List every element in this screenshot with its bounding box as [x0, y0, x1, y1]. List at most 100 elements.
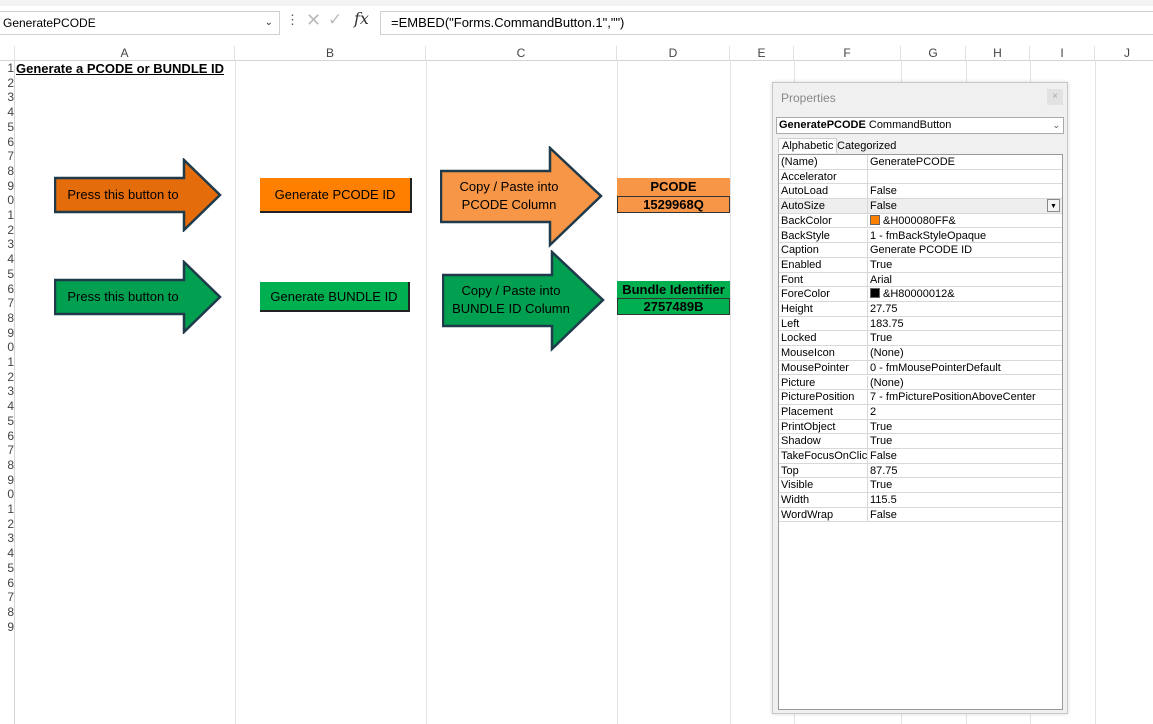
row-header[interactable]: 7 — [0, 296, 14, 311]
property-value[interactable]: 1 - fmBackStyleOpaque — [870, 229, 1062, 243]
property-row[interactable]: AutoLoad False — [779, 184, 1062, 200]
row-header[interactable]: 1 — [0, 502, 14, 517]
row-header[interactable]: 2 — [0, 517, 14, 532]
row-header[interactable]: 6 — [0, 282, 14, 297]
column-header-i[interactable]: I — [1030, 46, 1095, 60]
tab-categorized[interactable]: Categorized — [837, 140, 896, 152]
object-selector[interactable]: GeneratePCODE CommandButton ⌄ — [776, 117, 1064, 134]
property-row[interactable]: PrintObject True — [779, 419, 1062, 435]
property-value[interactable]: Generate PCODE ID — [870, 243, 1062, 257]
property-value[interactable]: False — [870, 184, 1062, 198]
property-value[interactable]: 115.5 — [870, 493, 1062, 507]
row-header[interactable]: 4 — [0, 399, 14, 414]
column-header-h[interactable]: H — [966, 46, 1030, 60]
close-icon[interactable]: × — [1047, 89, 1063, 105]
column-header-a[interactable]: A — [15, 46, 235, 60]
property-value[interactable]: &H000080FF& — [870, 214, 1062, 228]
row-header[interactable]: 4 — [0, 546, 14, 561]
sheet-title[interactable]: Generate a PCODE or BUNDLE ID — [16, 61, 224, 76]
insert-function-icon[interactable]: fx — [354, 9, 369, 28]
column-header-c[interactable]: C — [426, 46, 617, 60]
property-value[interactable]: False — [870, 508, 1062, 522]
property-row[interactable]: Left 183.75 — [779, 316, 1062, 332]
column-header-j[interactable]: J — [1095, 46, 1153, 60]
property-value[interactable]: GeneratePCODE — [870, 155, 1062, 169]
generate-bundle-button[interactable]: Generate BUNDLE ID — [260, 282, 410, 312]
property-row[interactable]: Enabled True — [779, 257, 1062, 273]
generate-pcode-button[interactable]: Generate PCODE ID — [260, 178, 412, 213]
row-header[interactable]: 0 — [0, 193, 14, 208]
property-value[interactable]: 2 — [870, 405, 1062, 419]
property-row[interactable]: (Name) GeneratePCODE — [779, 155, 1062, 170]
formula-input[interactable]: =EMBED("Forms.CommandButton.1","") — [380, 11, 1153, 35]
property-value[interactable]: True — [870, 420, 1062, 434]
property-row[interactable]: Shadow True — [779, 434, 1062, 449]
property-row[interactable]: Accelerator — [779, 169, 1062, 185]
property-row[interactable]: Height 27.75 — [779, 302, 1062, 317]
property-row[interactable]: Placement 2 — [779, 404, 1062, 420]
property-value[interactable]: True — [870, 434, 1062, 448]
column-header-f[interactable]: F — [794, 46, 901, 60]
row-header[interactable]: 7 — [0, 149, 14, 164]
row-header[interactable]: 2 — [0, 370, 14, 385]
property-value[interactable]: 0 - fmMousePointerDefault — [870, 361, 1062, 375]
column-header-b[interactable]: B — [235, 46, 426, 60]
row-header[interactable]: 0 — [0, 487, 14, 502]
cancel-icon[interactable]: ✕ — [306, 10, 321, 31]
properties-window[interactable]: Properties × GeneratePCODE CommandButton… — [772, 82, 1068, 714]
property-value[interactable]: False — [870, 199, 1062, 213]
row-header[interactable]: 9 — [0, 620, 14, 635]
property-value[interactable]: True — [870, 478, 1062, 492]
tab-alphabetic[interactable]: Alphabetic — [778, 138, 838, 153]
property-row[interactable]: Visible True — [779, 478, 1062, 494]
column-header-g[interactable]: G — [901, 46, 966, 60]
property-row[interactable]: MousePointer 0 - fmMousePointerDefault — [779, 360, 1062, 376]
property-row[interactable]: Font Arial — [779, 272, 1062, 288]
property-value[interactable]: 87.75 — [870, 464, 1062, 478]
row-header[interactable]: 9 — [0, 326, 14, 341]
row-header[interactable]: 8 — [0, 311, 14, 326]
property-row[interactable]: TakeFocusOnClick False — [779, 449, 1062, 464]
pcode-value-cell[interactable]: 1529968Q — [617, 196, 730, 213]
row-header[interactable]: 5 — [0, 561, 14, 576]
chevron-down-icon[interactable]: ⌄ — [265, 12, 273, 34]
property-value[interactable]: 27.75 — [870, 302, 1062, 316]
name-box[interactable]: GeneratePCODE ⌄ — [0, 11, 280, 35]
property-row[interactable]: Picture (None) — [779, 375, 1062, 391]
row-header[interactable]: 1 — [0, 355, 14, 370]
column-header-e[interactable]: E — [730, 46, 794, 60]
property-row[interactable]: Width 115.5 — [779, 493, 1062, 508]
row-header[interactable]: 7 — [0, 443, 14, 458]
row-header[interactable]: 8 — [0, 164, 14, 179]
row-header[interactable]: 1 — [0, 61, 14, 76]
bundle-value-cell[interactable]: 2757489B — [617, 298, 730, 315]
enter-icon[interactable]: ✓ — [328, 10, 342, 30]
property-row[interactable]: Locked True — [779, 331, 1062, 347]
select-all-corner[interactable] — [0, 46, 15, 60]
property-row[interactable]: Top 87.75 — [779, 463, 1062, 479]
pcode-header-cell[interactable]: PCODE — [617, 178, 730, 196]
row-header[interactable]: 5 — [0, 267, 14, 282]
row-header[interactable]: 2 — [0, 223, 14, 238]
property-row[interactable]: MouseIcon (None) — [779, 346, 1062, 361]
row-header[interactable]: 9 — [0, 473, 14, 488]
property-row[interactable]: BackColor &H000080FF& — [779, 213, 1062, 229]
property-value[interactable]: 7 - fmPicturePositionAboveCenter — [870, 390, 1062, 404]
property-value[interactable]: &H80000012& — [870, 287, 1062, 301]
row-header[interactable]: 7 — [0, 590, 14, 605]
property-row[interactable]: ForeColor &H80000012& — [779, 287, 1062, 302]
property-row[interactable]: BackStyle 1 - fmBackStyleOpaque — [779, 228, 1062, 244]
property-value[interactable]: 183.75 — [870, 317, 1062, 331]
property-value[interactable]: (None) — [870, 346, 1062, 360]
row-header[interactable]: 8 — [0, 605, 14, 620]
row-header[interactable]: 6 — [0, 429, 14, 444]
row-header[interactable]: 3 — [0, 90, 14, 105]
row-header[interactable]: 1 — [0, 208, 14, 223]
row-header[interactable]: 2 — [0, 76, 14, 91]
row-header[interactable]: 4 — [0, 105, 14, 120]
row-header[interactable]: 3 — [0, 237, 14, 252]
property-value[interactable]: (None) — [870, 376, 1062, 390]
property-row[interactable]: WordWrap False — [779, 507, 1062, 523]
row-header[interactable]: 6 — [0, 135, 14, 150]
dropdown-arrow-icon[interactable]: ▼ — [1047, 199, 1060, 213]
